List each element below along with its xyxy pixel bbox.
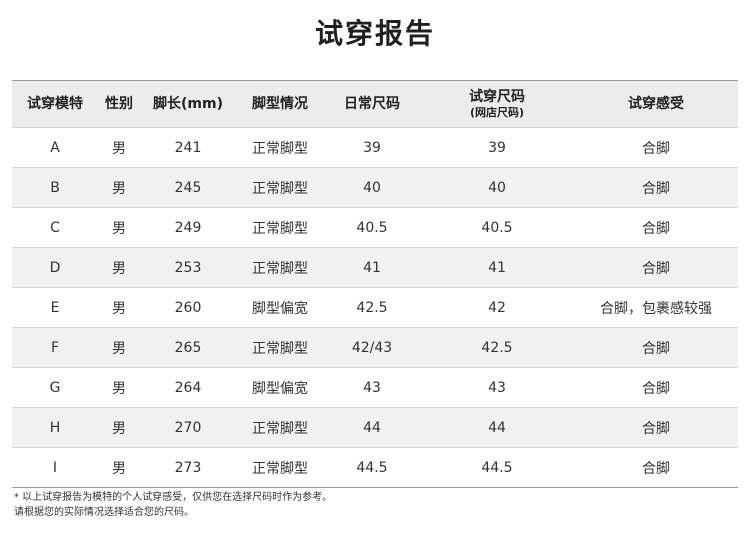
table-row: H 男 270 正常脚型 44 44 合脚 [12, 407, 738, 448]
cell-foot-length: 273 [140, 447, 236, 488]
cell-trial-size: 42 [420, 287, 574, 328]
table-row: B 男 245 正常脚型 40 40 合脚 [12, 167, 738, 208]
cell-model: D [12, 247, 98, 288]
cell-trial-size: 44.5 [420, 447, 574, 488]
header-trial-size: 试穿尺码 (网店尺码) [420, 80, 574, 128]
cell-foot-length: 245 [140, 167, 236, 208]
cell-feeling: 合脚，包裹感较强 [574, 287, 738, 328]
cell-model: C [12, 207, 98, 248]
cell-model: A [12, 127, 98, 168]
cell-foot-length: 241 [140, 127, 236, 168]
cell-gender: 男 [98, 127, 140, 168]
footnote: * 以上试穿报告为模特的个人试穿感受，仅供您在选择尺码时作为参考。 请根据您的实… [14, 490, 332, 520]
cell-foot-type: 正常脚型 [236, 407, 324, 448]
table-row: G 男 264 脚型偏宽 43 43 合脚 [12, 367, 738, 408]
cell-model: F [12, 327, 98, 368]
cell-model: H [12, 407, 98, 448]
table-row: F 男 265 正常脚型 42/43 42.5 合脚 [12, 327, 738, 368]
cell-trial-size: 42.5 [420, 327, 574, 368]
header-gender: 性别 [98, 80, 140, 128]
page-title: 试穿报告 [314, 17, 435, 50]
cell-feeling: 合脚 [574, 367, 738, 408]
cell-foot-length: 253 [140, 247, 236, 288]
header-model: 试穿模特 [12, 80, 98, 128]
cell-gender: 男 [98, 207, 140, 248]
cell-foot-type: 正常脚型 [236, 167, 324, 208]
cell-daily-size: 40.5 [324, 207, 420, 248]
cell-foot-type: 正常脚型 [236, 247, 324, 288]
table-header-row: 试穿模特 性别 脚长(mm) 脚型情况 日常尺码 试穿尺码 (网店尺码) 试穿感… [12, 80, 738, 128]
cell-trial-size: 44 [420, 407, 574, 448]
cell-daily-size: 39 [324, 127, 420, 168]
header-daily-size: 日常尺码 [324, 80, 420, 128]
table-row: E 男 260 脚型偏宽 42.5 42 合脚，包裹感较强 [12, 287, 738, 328]
cell-trial-size: 43 [420, 367, 574, 408]
cell-feeling: 合脚 [574, 407, 738, 448]
cell-trial-size: 39 [420, 127, 574, 168]
cell-foot-type: 脚型偏宽 [236, 287, 324, 328]
cell-gender: 男 [98, 247, 140, 288]
cell-foot-length: 249 [140, 207, 236, 248]
trial-report-table: 试穿模特 性别 脚长(mm) 脚型情况 日常尺码 试穿尺码 (网店尺码) 试穿感… [12, 80, 738, 488]
header-trial-size-label: 试穿尺码 [469, 89, 525, 105]
cell-feeling: 合脚 [574, 167, 738, 208]
table-body: A 男 241 正常脚型 39 39 合脚 B 男 245 正常脚型 40 40 合脚 C 男 249 正常脚型 4… [12, 127, 738, 488]
cell-foot-length: 260 [140, 287, 236, 328]
cell-model: B [12, 167, 98, 208]
cell-foot-length: 264 [140, 367, 236, 408]
cell-model: E [12, 287, 98, 328]
cell-trial-size: 40.5 [420, 207, 574, 248]
cell-gender: 男 [98, 327, 140, 368]
footnote-line-1: * 以上试穿报告为模特的个人试穿感受，仅供您在选择尺码时作为参考。 [14, 492, 333, 503]
footnote-line-2: 请根据您的实际情况选择适合您的尺码。 [14, 507, 194, 518]
cell-feeling: 合脚 [574, 247, 738, 288]
cell-feeling: 合脚 [574, 127, 738, 168]
cell-gender: 男 [98, 447, 140, 488]
header-trial-size-sub: (网店尺码) [469, 106, 525, 119]
cell-feeling: 合脚 [574, 447, 738, 488]
cell-trial-size: 41 [420, 247, 574, 288]
cell-foot-length: 265 [140, 327, 236, 368]
cell-gender: 男 [98, 287, 140, 328]
cell-feeling: 合脚 [574, 207, 738, 248]
cell-foot-type: 脚型偏宽 [236, 367, 324, 408]
cell-model: I [12, 447, 98, 488]
cell-trial-size: 40 [420, 167, 574, 208]
cell-foot-type: 正常脚型 [236, 447, 324, 488]
cell-daily-size: 41 [324, 247, 420, 288]
cell-daily-size: 42/43 [324, 327, 420, 368]
cell-gender: 男 [98, 407, 140, 448]
cell-daily-size: 44.5 [324, 447, 420, 488]
cell-daily-size: 44 [324, 407, 420, 448]
cell-gender: 男 [98, 367, 140, 408]
cell-feeling: 合脚 [574, 327, 738, 368]
table-row: A 男 241 正常脚型 39 39 合脚 [12, 127, 738, 168]
cell-foot-length: 270 [140, 407, 236, 448]
cell-daily-size: 42.5 [324, 287, 420, 328]
cell-model: G [12, 367, 98, 408]
header-feeling: 试穿感受 [574, 80, 738, 128]
cell-foot-type: 正常脚型 [236, 327, 324, 368]
cell-daily-size: 43 [324, 367, 420, 408]
cell-gender: 男 [98, 167, 140, 208]
cell-daily-size: 40 [324, 167, 420, 208]
table-row: D 男 253 正常脚型 41 41 合脚 [12, 247, 738, 288]
cell-foot-type: 正常脚型 [236, 127, 324, 168]
table-row: C 男 249 正常脚型 40.5 40.5 合脚 [12, 207, 738, 248]
table-row: I 男 273 正常脚型 44.5 44.5 合脚 [12, 447, 738, 488]
header-foot-type: 脚型情况 [236, 80, 324, 128]
cell-foot-type: 正常脚型 [236, 207, 324, 248]
header-foot-length: 脚长(mm) [140, 80, 236, 128]
